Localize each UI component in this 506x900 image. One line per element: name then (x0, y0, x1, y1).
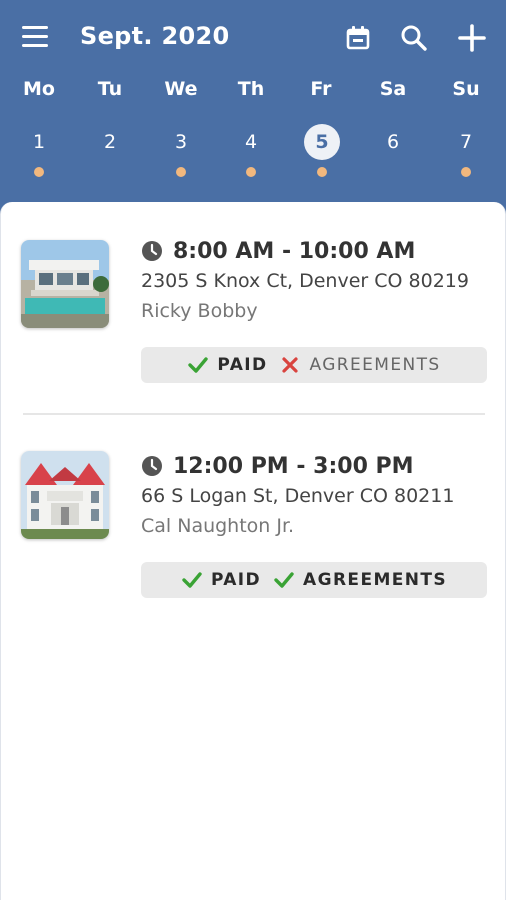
top-app-bar: Sept. 2020 (0, 0, 506, 78)
date-3[interactable]: 3 (159, 122, 203, 178)
appointment-address: 2305 S Knox Ct, Denver CO 80219 (141, 270, 469, 292)
calendar-header: Sept. 2020 Mo Tu We Th Fr Sa Su 1 2 3 4 … (0, 0, 506, 220)
appointment-time: 8:00 AM - 10:00 AM (141, 236, 415, 266)
victorian-house-photo (21, 451, 109, 539)
check-icon (182, 572, 202, 588)
week-dates: 1 2 3 4 5 6 7 (0, 122, 506, 182)
event-dot (461, 167, 471, 177)
weekday-sa: Sa (379, 78, 407, 100)
event-dot (176, 167, 186, 177)
appointment-time: 12:00 PM - 3:00 PM (141, 451, 414, 481)
date-5-selected[interactable]: 5 (300, 122, 344, 178)
date-7[interactable]: 7 (444, 122, 488, 178)
divider (23, 413, 485, 415)
appointments-list: 8:00 AM - 10:00 AM 2305 S Knox Ct, Denve… (0, 202, 506, 900)
weekday-su: Su (452, 78, 480, 100)
client-name: Ricky Bobby (141, 300, 258, 322)
tag-label: PAID (217, 355, 268, 375)
date-number: 1 (32, 131, 46, 153)
date-6[interactable]: 6 (371, 122, 415, 178)
check-icon (188, 357, 209, 373)
date-number: 3 (174, 131, 188, 153)
event-dot (246, 167, 256, 177)
date-2[interactable]: 2 (88, 122, 132, 178)
plus-icon[interactable] (456, 22, 488, 54)
weekday-th: Th (237, 78, 265, 100)
appointment-address: 66 S Logan St, Denver CO 80211 (141, 485, 455, 507)
status-tags: PAID AGREEMENTS (141, 562, 487, 598)
time-range: 8:00 AM - 10:00 AM (173, 238, 416, 264)
paid-tag: PAID (181, 569, 261, 591)
appointment-card[interactable]: 12:00 PM - 3:00 PM 66 S Logan St, Denver… (1, 451, 506, 641)
paid-tag: PAID (187, 354, 267, 376)
hamburger-menu-icon[interactable] (22, 26, 48, 48)
agreements-tag: AGREEMENTS (273, 569, 447, 591)
event-dot (34, 167, 44, 177)
weekday-tu: Tu (97, 78, 123, 100)
date-number: 5 (304, 124, 340, 160)
date-number: 7 (459, 131, 473, 153)
weekday-labels: Mo Tu We Th Fr Sa Su (0, 78, 506, 108)
date-4[interactable]: 4 (229, 122, 273, 178)
check-icon (274, 572, 294, 588)
date-number: 6 (386, 131, 400, 153)
calendar-icon[interactable] (342, 22, 374, 54)
client-name: Cal Naughton Jr. (141, 515, 295, 537)
time-range: 12:00 PM - 3:00 PM (173, 453, 414, 479)
search-icon[interactable] (398, 22, 430, 54)
agreements-tag: AGREEMENTS (279, 354, 440, 376)
month-title[interactable]: Sept. 2020 (80, 22, 229, 50)
tag-label: AGREEMENTS (303, 570, 448, 590)
date-number: 2 (103, 131, 117, 153)
date-number: 4 (244, 131, 258, 153)
event-dot (317, 167, 327, 177)
weekday-we: We (164, 78, 198, 100)
weekday-mo: Mo (23, 78, 55, 100)
clock-icon (142, 241, 162, 261)
date-1[interactable]: 1 (17, 122, 61, 178)
tag-label: PAID (210, 570, 262, 590)
appointment-card[interactable]: 8:00 AM - 10:00 AM 2305 S Knox Ct, Denve… (1, 236, 506, 426)
tag-label: AGREEMENTS (309, 355, 441, 375)
modern-house-with-pool-photo (21, 240, 109, 328)
clock-icon (142, 456, 162, 476)
status-tags: PAID AGREEMENTS (141, 347, 487, 383)
x-icon (282, 357, 299, 373)
weekday-fr: Fr (310, 78, 332, 100)
